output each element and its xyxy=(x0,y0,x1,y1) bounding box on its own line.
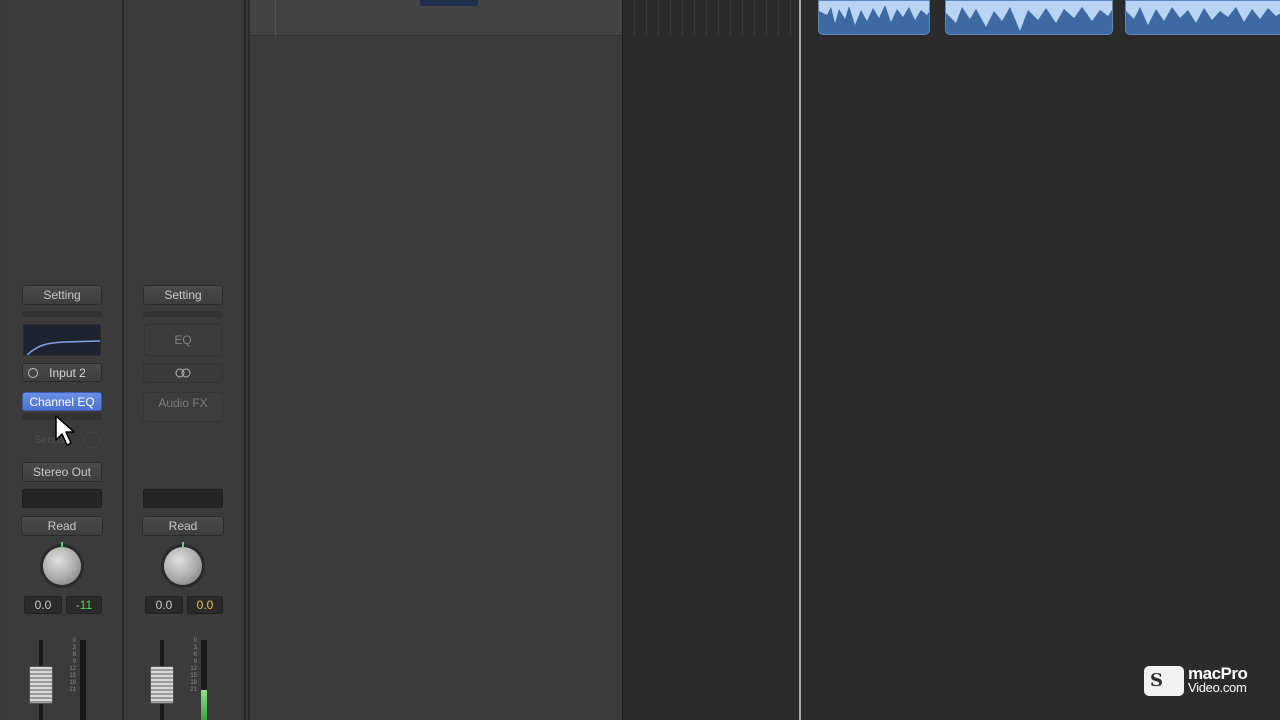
automation-button[interactable]: Read xyxy=(142,516,224,536)
volume-fader[interactable] xyxy=(29,666,53,704)
gain-reduction-slot xyxy=(22,311,102,317)
audio-region[interactable] xyxy=(945,0,1113,35)
eq-curve-icon xyxy=(26,340,100,355)
pan-indicator xyxy=(182,542,184,548)
plugin-slot-channel-eq[interactable]: Channel EQ xyxy=(22,392,102,411)
channel-strip-1: Setting Input 2 Channel EQ Sends Stereo … xyxy=(2,0,124,720)
waveform-icon xyxy=(946,1,1112,31)
macprovideo-logo: S macPro Video.com xyxy=(1144,664,1260,698)
setting-button[interactable]: Setting xyxy=(143,285,223,305)
timeline-grid xyxy=(623,0,799,36)
volume-fader[interactable] xyxy=(150,666,174,704)
send-knob-icon[interactable] xyxy=(84,432,100,448)
level-meter xyxy=(80,640,86,720)
pan-knob[interactable] xyxy=(43,542,81,585)
arrange-area[interactable] xyxy=(622,0,1280,720)
playhead[interactable] xyxy=(799,0,801,720)
selected-track-tab[interactable] xyxy=(420,0,478,6)
track-number-cell xyxy=(250,0,276,36)
mixer-panel: Setting Input 2 Channel EQ Sends Stereo … xyxy=(0,0,248,720)
automation-button[interactable]: Read xyxy=(21,516,103,536)
group-slot[interactable] xyxy=(143,489,223,508)
input-label: Input 2 xyxy=(49,365,86,380)
mouse-pointer-icon xyxy=(54,414,78,448)
logo-text-line2: Video.com xyxy=(1188,680,1247,695)
waveform-icon xyxy=(1126,1,1280,25)
output-slot[interactable]: Stereo Out xyxy=(22,462,102,482)
eq-thumbnail[interactable] xyxy=(23,324,101,356)
input-slot[interactable]: Input 2 xyxy=(22,363,102,382)
level-value: 0.0 xyxy=(187,596,223,614)
setting-button[interactable]: Setting xyxy=(22,285,102,305)
pan-knob[interactable] xyxy=(164,542,202,585)
pan-value[interactable]: 0.0 xyxy=(145,596,183,614)
level-meter xyxy=(201,640,207,720)
waveform-icon xyxy=(819,1,929,25)
group-slot[interactable] xyxy=(22,489,102,508)
audio-region[interactable] xyxy=(1125,0,1280,35)
audio-region[interactable] xyxy=(818,0,930,35)
level-meter-fill xyxy=(201,690,207,720)
mono-circle-icon xyxy=(28,367,38,378)
level-value: -11 xyxy=(66,596,102,614)
stereo-link-icon xyxy=(175,368,191,378)
track-header[interactable] xyxy=(250,0,624,36)
track-list-area[interactable] xyxy=(248,0,624,720)
pan-value[interactable]: 0.0 xyxy=(24,596,62,614)
pan-indicator xyxy=(61,542,63,548)
channel-strip-2: Setting EQ Audio FX Read 0.0 0.0 0 3 6 9 12 1… xyxy=(124,0,246,720)
meter-scale: 0 3 6 9 12 15 18 21 xyxy=(190,638,197,693)
eq-thumbnail[interactable]: EQ xyxy=(144,324,222,356)
gain-reduction-slot xyxy=(143,311,223,317)
input-slot[interactable] xyxy=(143,363,223,383)
logo-mark-icon: S xyxy=(1144,666,1184,696)
meter-scale: 0 3 6 9 12 15 18 21 xyxy=(69,638,76,693)
audio-fx-slot[interactable]: Audio FX xyxy=(143,392,223,422)
